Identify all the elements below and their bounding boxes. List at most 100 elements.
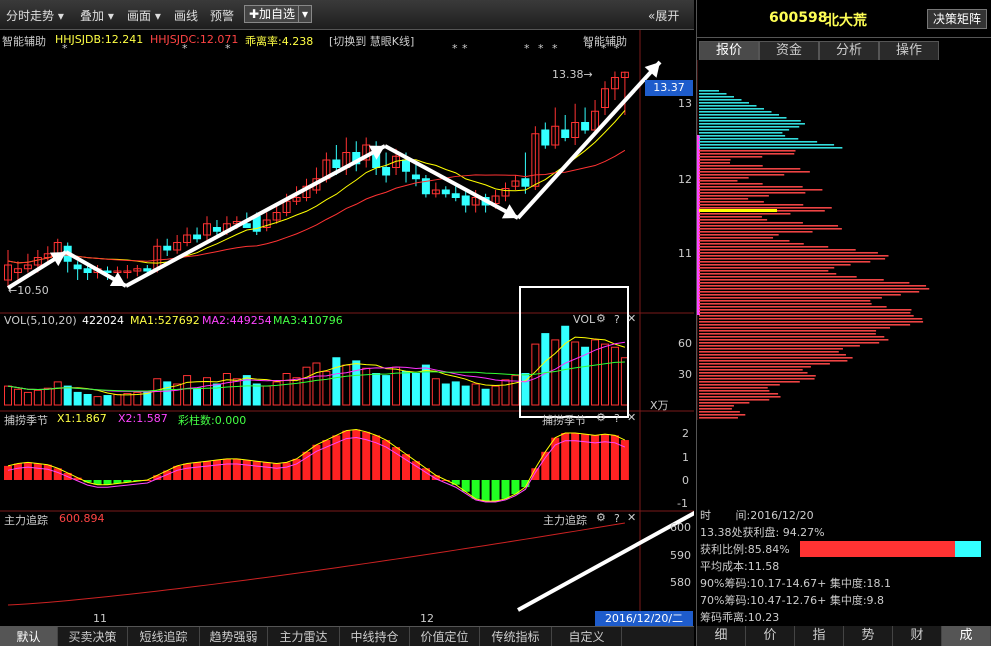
vol-ma3: MA3:410796 [273,314,343,327]
chip-bar [699,225,839,227]
chip-bar [699,402,750,404]
chip-bar [699,291,920,293]
chip-bar [699,222,803,224]
close-icon[interactable]: ✕ [627,411,636,424]
season-bar [242,460,251,480]
track-series-line [7,522,625,606]
add-watchlist-dropdown[interactable]: ▾ [298,5,313,23]
chip-bar [699,216,762,218]
toolbar-item-intraday[interactable]: 分时走势 ▾ [6,7,64,24]
chip-bar [699,414,746,416]
candle-body [242,223,251,228]
decision-matrix-button[interactable]: 决策矩阵 [927,9,987,29]
chip-bar [699,228,842,230]
candle-body [461,195,470,206]
signal-star: * [524,42,530,55]
indicator-tab-8[interactable]: 自定义 [552,627,622,646]
help-icon[interactable]: ? [614,313,620,326]
volume-bar [362,367,371,406]
indicator-tab-5[interactable]: 中线持仓 [340,627,410,646]
indicator-tab-3[interactable]: 趋势强弱 [200,627,268,646]
right-tab-4[interactable]: 财 [893,626,942,646]
chip-bar [699,234,779,236]
season-bar [451,480,460,485]
chip-bar [699,375,816,377]
chip-bar [699,324,911,326]
toolbar-item-view[interactable]: 画面 ▾ [127,7,161,24]
chip-bar [699,396,781,398]
volume-bar [183,375,192,406]
chip-bar [699,174,785,176]
season-bar [481,480,490,502]
indicator-tab-7[interactable]: 传统指标 [480,627,552,646]
help-icon[interactable]: ? [614,412,620,425]
right-tab-1[interactable]: 价 [746,626,795,646]
gear-icon[interactable]: ⚙ [596,312,606,325]
tab-operation[interactable]: 操作 [879,41,939,60]
chip-bar [699,231,813,233]
candle-body [163,245,172,251]
chip-bar [699,267,835,269]
trend-arrow [125,144,386,288]
volume-bar [302,366,311,406]
volume-ma-line [7,336,626,396]
close-icon[interactable]: ✕ [627,511,636,524]
chip-bar [699,366,811,368]
chip-bar [699,381,800,383]
indicator-tab-6[interactable]: 价值定位 [410,627,480,646]
close-icon[interactable]: ✕ [627,312,636,325]
right-tab-0[interactable]: 细 [697,626,746,646]
toolbar-item-drawline[interactable]: 画线 [174,7,198,24]
switch-kline-link[interactable]: [切换到 慧眼K线] [329,33,414,49]
gear-icon[interactable]: ⚙ [596,511,606,524]
x-axis-label: 12 [420,612,434,625]
chip-bar [699,378,815,380]
right-tab-2[interactable]: 指 [795,626,844,646]
chip-distribution-chart[interactable] [697,60,991,420]
candle-body [561,129,570,138]
chevron-down-icon: ▾ [302,7,309,21]
chip-bar [699,120,801,122]
right-tab-5[interactable]: 成 [942,626,991,646]
right-tab-3[interactable]: 势 [844,626,893,646]
season-bar [282,462,291,480]
indicator-tab-2[interactable]: 短线追踪 [128,627,200,646]
volume-bar [312,362,321,406]
tab-quote[interactable]: 报价 [699,41,759,60]
hhjsjdb-value: HHJSJDB:12.241 [55,33,144,46]
volume-bar [43,387,52,406]
expand-button[interactable]: «展开 [648,7,679,24]
chip-bar [699,297,882,299]
signal-star: * [538,42,544,55]
cursor-date-tag: 2016/12/20/二 [595,611,693,626]
indicator-tab-0[interactable]: 默认 [0,627,58,646]
add-watchlist-button[interactable]: ✚加自选 [244,5,301,23]
indicator-tab-bar: 默认 买卖决策 短线追踪 趋势强弱 主力雷达 中线持仓 价值定位 传统指标 自定义 [0,626,694,646]
volume-bar [282,373,291,406]
stock-chart[interactable]: * * * * * * * * * * * [0,30,694,626]
chip-bar [699,117,787,119]
profit-ratio-fill [800,541,956,557]
chip-bar [699,285,927,287]
indicator-tab-4[interactable]: 主力雷达 [268,627,340,646]
chip-bar [699,339,889,341]
chip-bar [699,177,749,179]
help-icon[interactable]: ? [614,512,620,525]
volume-bar [561,325,570,406]
chip-bar [699,102,749,104]
volume-bar [382,375,391,406]
chip-bar [699,144,835,146]
toolbar-item-alert[interactable]: 预警 [210,7,234,24]
gear-icon[interactable]: ⚙ [596,411,606,424]
season-tick: 0 [682,474,689,487]
indicator-tab-1[interactable]: 买卖决策 [58,627,128,646]
toolbar-item-overlay[interactable]: 叠加 ▾ [80,7,114,24]
chip-bar [699,138,799,140]
chip-bar [699,360,848,362]
tab-analysis[interactable]: 分析 [819,41,879,60]
candle-body [402,159,410,172]
tab-funds[interactable]: 资金 [759,41,819,60]
chip-bar [699,309,912,311]
chip-bar [699,204,804,206]
season-bar-count: 彩柱数:0.000 [178,414,247,427]
